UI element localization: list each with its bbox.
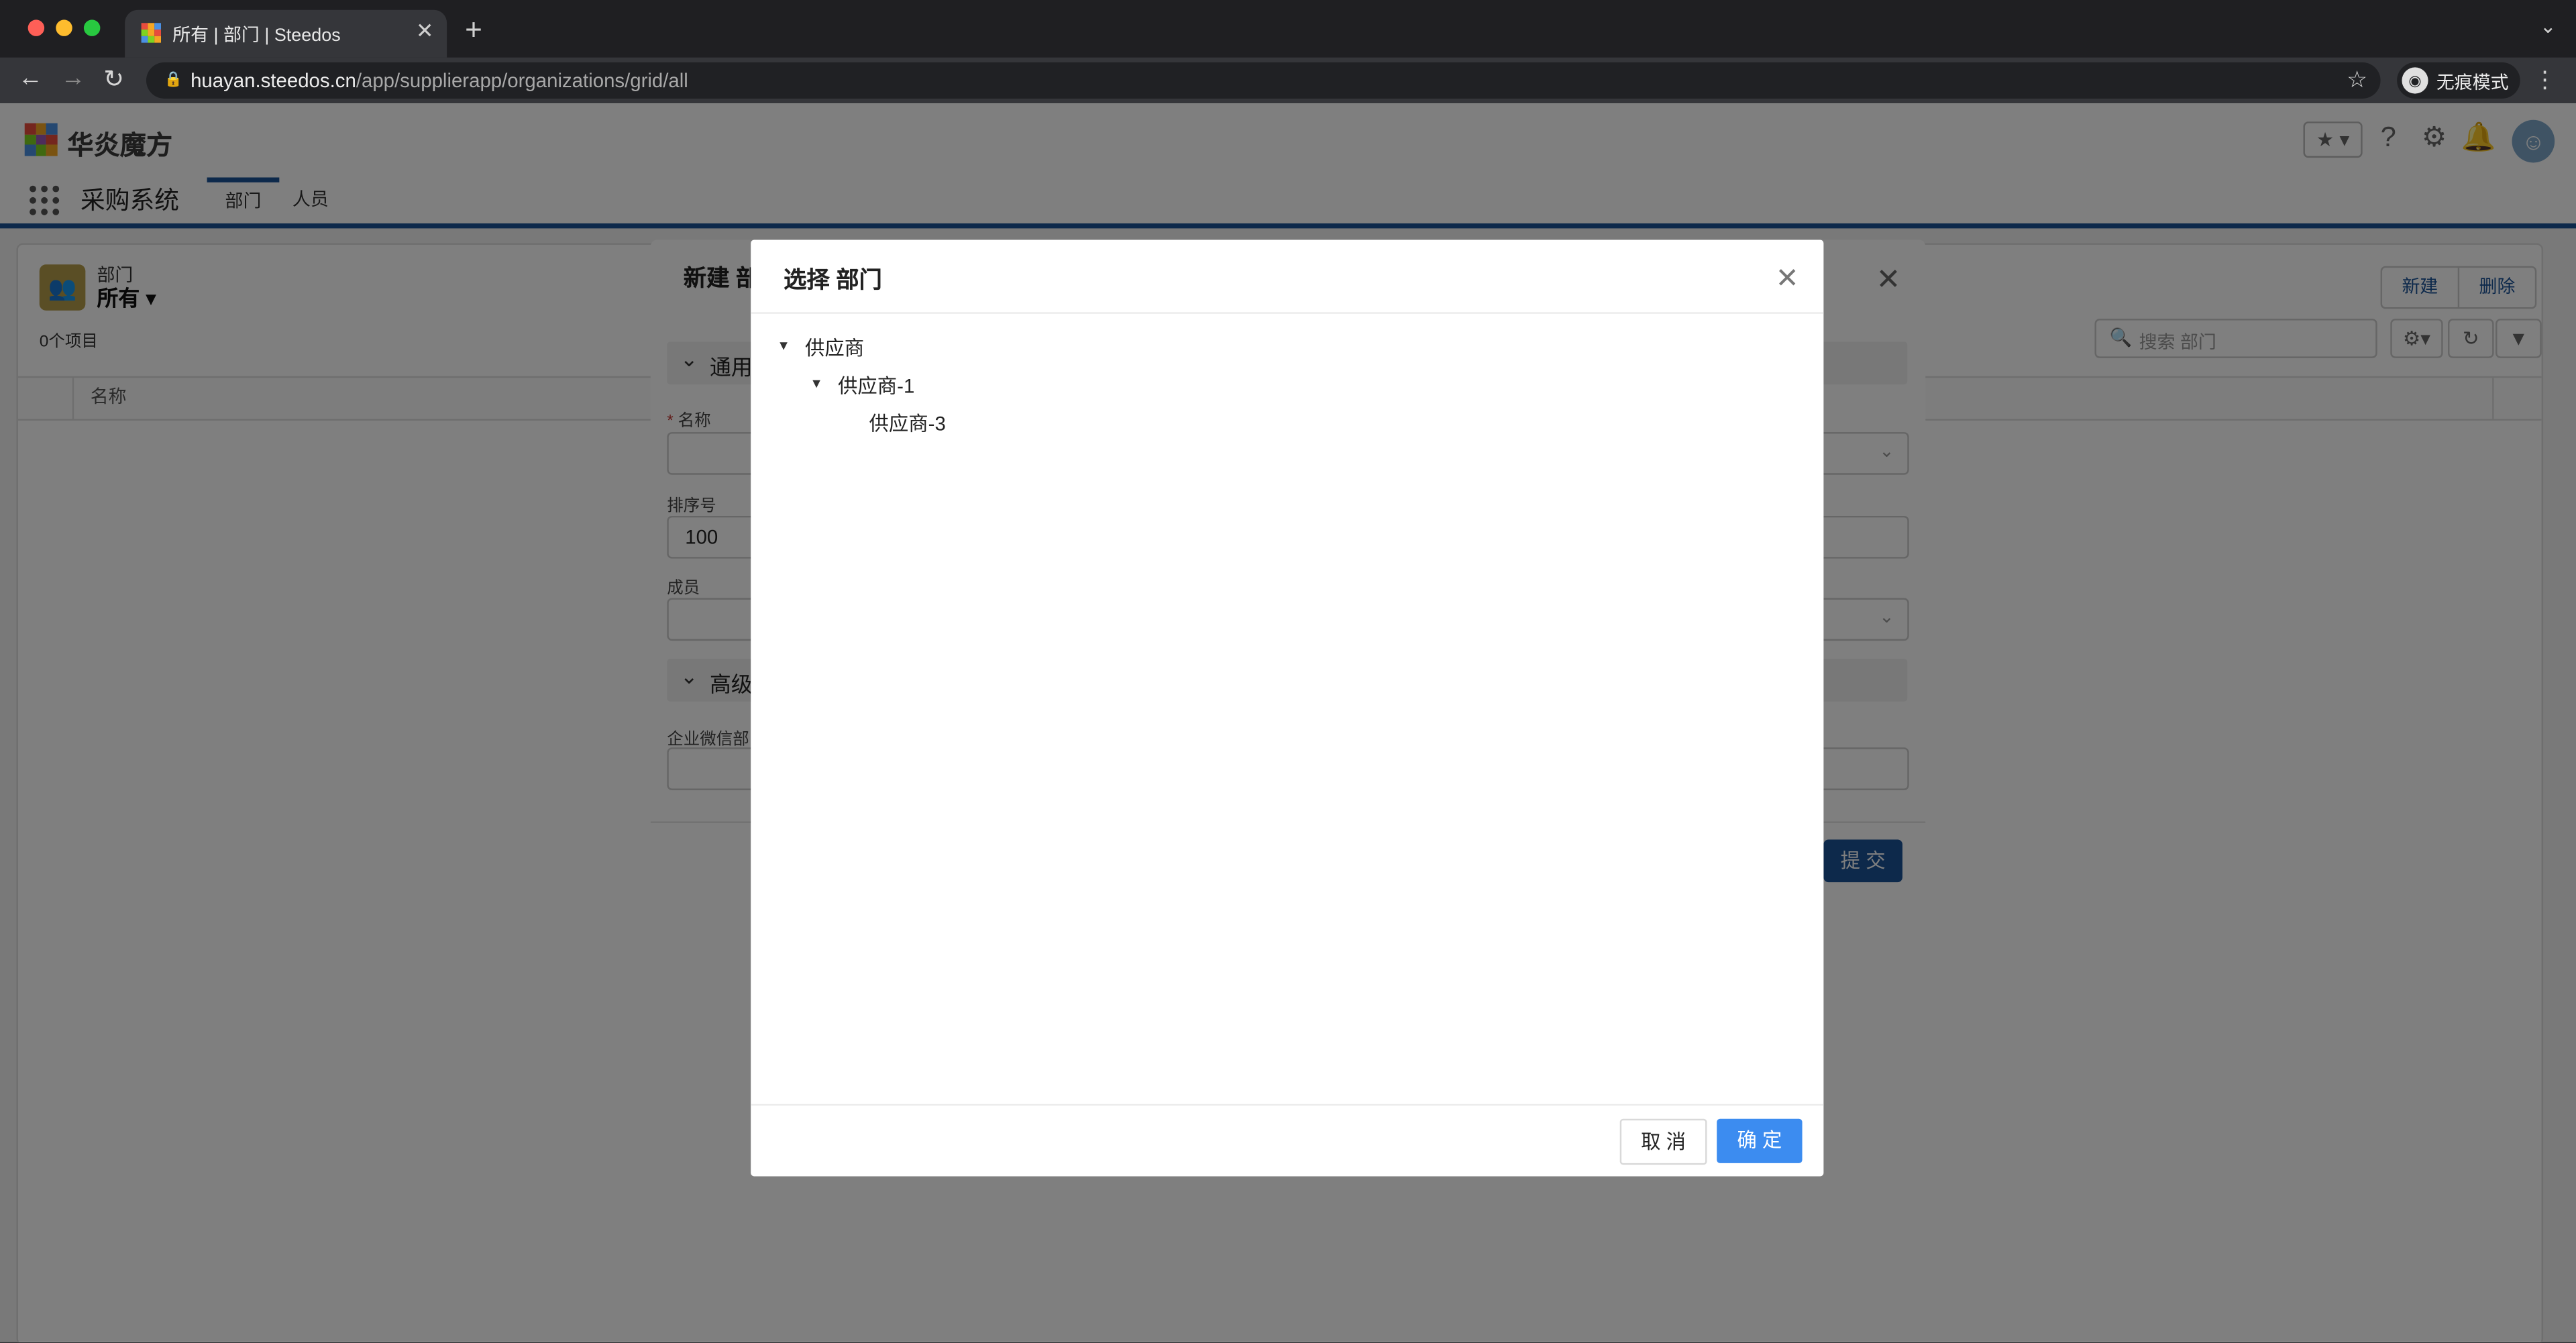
new-tab-icon[interactable]: + [465,13,482,48]
dialog-header: 选择 部门 ✕ [751,240,1824,314]
dialog-title: 选择 部门 [784,266,882,292]
incognito-label: 无痕模式 [2436,74,2509,94]
back-icon[interactable]: ← [18,64,43,93]
url-text: huayan.steedos.cn/app/supplierapp/organi… [191,68,688,93]
omnibox[interactable]: 🔒 huayan.steedos.cn/app/supplierapp/orga… [146,62,2381,99]
window-close-button[interactable] [28,19,45,36]
favicon-icon [141,23,162,43]
caret-down-icon[interactable]: ▼ [777,338,790,353]
forward-icon[interactable]: → [61,64,86,93]
window-zoom-button[interactable] [83,19,101,36]
dialog-close-icon[interactable]: ✕ [1776,263,1799,296]
tab-title: 所有 | 部门 | Steedos [172,26,341,46]
dialog-footer: 取 消 确 定 [751,1104,1824,1178]
browser-tab-strip: 所有 | 部门 | Steedos ✕ + ⌄ [0,0,2576,58]
incognito-icon: ◉ [2402,67,2428,94]
window-minimize-button[interactable] [56,19,72,36]
caret-down-icon[interactable]: ▼ [810,376,822,391]
browser-tab[interactable]: 所有 | 部门 | Steedos ✕ [125,9,447,58]
cancel-button[interactable]: 取 消 [1619,1118,1707,1165]
tab-search-chevron-icon[interactable]: ⌄ [2540,15,2557,38]
bookmark-star-icon[interactable]: ☆ [2347,66,2367,94]
lock-icon: 🔒 [164,70,183,87]
browser-menu-icon[interactable]: ⋮ [2533,66,2556,94]
select-department-dialog: 选择 部门 ✕ ▼ 供应商 ▼ 供应商-1 供应商-3 取 消 确 定 [751,239,1824,1178]
confirm-button[interactable]: 确 定 [1717,1118,1803,1163]
address-bar-row: ← → ↻ 🔒 huayan.steedos.cn/app/supplierap… [0,57,2576,104]
reload-icon[interactable]: ↻ [103,64,124,94]
incognito-badge[interactable]: ◉ 无痕模式 [2397,62,2520,99]
tab-close-icon[interactable]: ✕ [416,18,434,44]
